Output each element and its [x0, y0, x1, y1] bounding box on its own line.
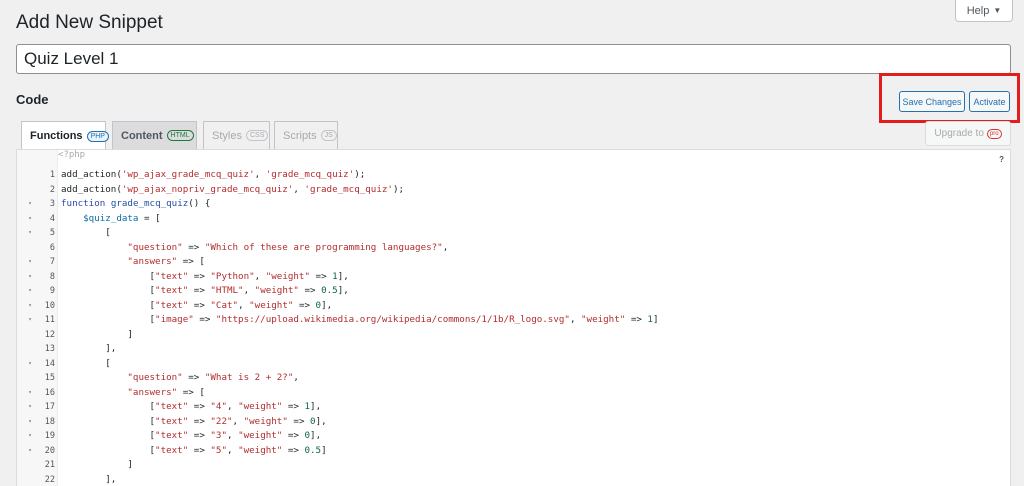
- code-line[interactable]: ▾ 9 ["text" => "HTML", "weight" => 0.5],: [17, 284, 1010, 299]
- code-editor[interactable]: <?php ? 1 add_action('wp_ajax_grade_mcq_q…: [16, 149, 1011, 486]
- save-changes-button[interactable]: Save Changes: [899, 91, 965, 112]
- code-text: ]: [61, 459, 133, 470]
- code-line[interactable]: 1 add_action('wp_ajax_grade_mcq_quiz', 'g…: [17, 168, 1010, 183]
- help-button[interactable]: Help ▼: [955, 0, 1013, 22]
- code-text: ["text" => "3", "weight" => 0],: [61, 430, 322, 441]
- line-number: 11: [44, 315, 55, 325]
- line-number: 16: [44, 387, 55, 398]
- code-text: "answers" => [: [127, 386, 205, 398]
- editor-help-icon[interactable]: ?: [999, 155, 1004, 164]
- tab-content[interactable]: Content HTML: [112, 121, 197, 149]
- help-label: Help: [966, 4, 990, 17]
- line-number: 22: [44, 474, 55, 485]
- page-title: Add New Snippet: [16, 12, 163, 33]
- line-number: 17: [44, 402, 55, 412]
- line-number: 4: [49, 213, 55, 224]
- tab-functions[interactable]: Functions PHP: [21, 121, 109, 150]
- code-line[interactable]: ▾ 14 [: [17, 357, 1010, 372]
- tab-label: Functions: [30, 130, 83, 142]
- line-number: 5: [49, 228, 55, 238]
- code-line[interactable]: ▾ 10 ["text" => "Cat", "weight" => 0],: [17, 299, 1010, 314]
- line-number: 12: [44, 329, 55, 340]
- code-line[interactable]: ▾ 5 [: [17, 226, 1010, 241]
- code-text: ["text" => "5", "weight" => 0.5]: [61, 444, 327, 456]
- code-lines: 1 add_action('wp_ajax_grade_mcq_quiz', 'g…: [17, 168, 1010, 486]
- code-line[interactable]: 12 ]: [17, 328, 1010, 343]
- upgrade-label: Upgrade to: [934, 128, 984, 139]
- line-number: 21: [44, 460, 55, 470]
- code-line[interactable]: 22 ],: [17, 473, 1010, 486]
- code-line[interactable]: ▾ 16 "answers" => [: [17, 386, 1010, 401]
- code-line[interactable]: 6 "question" => "Which of these are prog…: [17, 241, 1010, 256]
- code-text: function grade_mcq_quiz() {: [61, 198, 211, 209]
- line-number: 1: [49, 170, 55, 180]
- code-line[interactable]: 15 "question" => "What is 2 + 2?",: [17, 371, 1010, 386]
- pro-badge: pro: [986, 128, 1002, 139]
- caret-down-icon: ▼: [993, 6, 1002, 15]
- tab-label: Scripts: [283, 129, 317, 142]
- code-text: ["text" => "Cat", "weight" => 0],: [61, 299, 333, 311]
- code-text: ]: [61, 328, 133, 340]
- code-line[interactable]: ▾ 4 $quiz_data = [: [17, 212, 1010, 227]
- line-number: 10: [44, 300, 55, 311]
- code-text: [: [61, 227, 111, 238]
- code-text: ["text" => "4", "weight" => 1],: [61, 401, 322, 412]
- code-text: "question" => "What is 2 + 2?",: [127, 372, 299, 383]
- activate-button[interactable]: Activate: [969, 91, 1010, 112]
- line-number: 6: [49, 242, 55, 253]
- css-badge: CSS: [245, 130, 269, 141]
- code-text: ["text" => "22", "weight" => 0],: [61, 415, 327, 427]
- tab-label: Styles: [212, 129, 242, 142]
- line-number: 13: [44, 344, 55, 354]
- code-line[interactable]: ▾ 17 ["text" => "4", "weight" => 1],: [17, 400, 1010, 415]
- code-text: add_action('wp_ajax_grade_mcq_quiz', 'gr…: [61, 169, 366, 180]
- code-line[interactable]: ▾ 8 ["text" => "Python", "weight" => 1],: [17, 270, 1010, 285]
- line-number: 7: [49, 257, 55, 267]
- code-section-label: Code: [16, 92, 49, 107]
- tab-styles[interactable]: Styles CSS: [203, 121, 270, 149]
- code-text: add_action('wp_ajax_nopriv_grade_mcq_qui…: [61, 183, 405, 195]
- code-text: ["text" => "HTML", "weight" => 0.5],: [61, 285, 349, 296]
- code-text: "answers" => [: [127, 256, 205, 267]
- html-badge: HTML: [166, 130, 194, 141]
- code-line[interactable]: ▾ 20 ["text" => "5", "weight" => 0.5]: [17, 444, 1010, 459]
- line-number: 14: [44, 358, 55, 369]
- line-number: 19: [44, 431, 55, 441]
- line-number: 3: [49, 199, 55, 209]
- js-badge: JS: [320, 130, 337, 141]
- code-line[interactable]: ▾ 11 ["image" => "https://upload.wikimedi…: [17, 313, 1010, 328]
- line-number: 2: [49, 184, 55, 195]
- upgrade-to-pro-button[interactable]: Upgrade to pro: [925, 121, 1011, 146]
- code-line[interactable]: 13 ],: [17, 342, 1010, 357]
- code-line[interactable]: ▾ 18 ["text" => "22", "weight" => 0],: [17, 415, 1010, 430]
- snippet-title-input[interactable]: [16, 44, 1011, 74]
- code-line[interactable]: ▾ 3 function grade_mcq_quiz() {: [17, 197, 1010, 212]
- line-number: 8: [49, 271, 55, 282]
- php-open-tag: <?php: [58, 150, 86, 160]
- code-text: ],: [61, 473, 117, 485]
- line-number: 15: [44, 373, 55, 383]
- code-line[interactable]: 21 ]: [17, 458, 1010, 473]
- code-line[interactable]: 2 add_action('wp_ajax_nopriv_grade_mcq_qu…: [17, 183, 1010, 198]
- code-text: ],: [61, 343, 117, 354]
- code-text: ["text" => "Python", "weight" => 1],: [61, 270, 349, 282]
- code-text: "question" => "Which of these are progra…: [127, 241, 449, 253]
- tab-label: Content: [121, 129, 163, 142]
- code-text: [: [61, 357, 111, 369]
- line-number: 18: [44, 416, 55, 427]
- code-text: ["image" => "https://upload.wikimedia.or…: [61, 314, 659, 325]
- tab-scripts[interactable]: Scripts JS: [274, 121, 338, 149]
- code-text: $quiz_data = [: [83, 212, 161, 224]
- code-line[interactable]: ▾ 7 "answers" => [: [17, 255, 1010, 270]
- code-line[interactable]: ▾ 19 ["text" => "3", "weight" => 0],: [17, 429, 1010, 444]
- line-number: 9: [49, 286, 55, 296]
- php-badge: PHP: [86, 130, 109, 142]
- line-number: 20: [44, 445, 55, 456]
